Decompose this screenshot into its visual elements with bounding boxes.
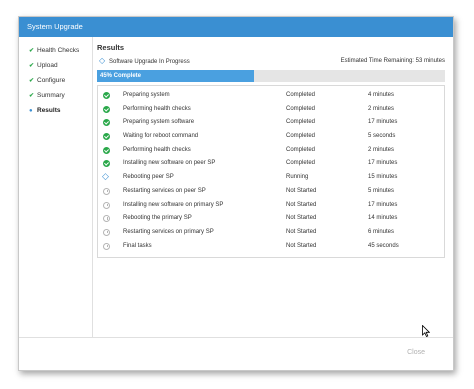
sidebar-item-label: Configure (37, 77, 66, 84)
task-status: Not Started (286, 201, 317, 208)
sidebar-item-configure[interactable]: ✔ Configure (19, 73, 92, 88)
check-circle-icon (103, 92, 110, 99)
sidebar-item-label: Results (37, 107, 61, 114)
task-duration: 2 minutes (368, 146, 395, 153)
sidebar-item-label: Upload (37, 62, 58, 69)
task-list: Preparing system Completed 4 minutes Perfor… (97, 85, 445, 259)
task-duration: 15 minutes (368, 174, 398, 181)
sidebar-item-label: Health Checks (37, 47, 80, 54)
task-name: Installing new software on peer SP (123, 160, 216, 167)
check-circle-icon (103, 146, 110, 154)
check-circle-icon (103, 160, 110, 168)
task-duration: 2 minutes (368, 105, 395, 112)
task-status: Not Started (286, 228, 317, 235)
task-row: Installing new software on peer SP Comple… (98, 157, 444, 171)
task-row: Preparing system Completed 4 minutes (98, 89, 444, 103)
task-name: Final tasks (123, 242, 152, 249)
system-upgrade-dialog: System Upgrade ✔ Health Checks ✔ Upload ✔ C… (18, 16, 454, 371)
task-row: Waiting for reboot command Completed 5 sec… (98, 130, 444, 144)
clock-icon (103, 215, 110, 223)
task-row: Rebooting peer SP Running 15 minutes (98, 170, 444, 185)
results-panel: Results ◇ Software Upgrade In Progress Es… (97, 37, 445, 337)
task-status: Completed (286, 160, 316, 167)
task-status: Completed (286, 133, 316, 140)
clock-icon (103, 242, 110, 250)
task-status: Running (286, 174, 309, 181)
check-icon: ✔ (29, 48, 35, 54)
task-duration: 17 minutes (368, 119, 398, 126)
task-name: Restarting services on primary SP (123, 228, 214, 235)
task-duration: 17 minutes (368, 160, 398, 167)
check-circle-icon (103, 133, 110, 141)
task-row: Restarting services on primary SP Not Sta… (98, 226, 444, 240)
task-name: Preparing system (123, 92, 170, 98)
task-duration: 14 minutes (368, 215, 398, 222)
task-row: Restarting services on peer SP Not Starte… (98, 185, 444, 199)
task-row: Preparing system software Completed 17 min… (98, 116, 444, 130)
sidebar-item-summary[interactable]: ✔ Summary (19, 88, 92, 103)
clock-icon (103, 228, 110, 236)
clock-icon (103, 201, 110, 209)
task-duration: 5 seconds (368, 133, 396, 140)
task-duration: 45 seconds (368, 242, 399, 249)
page-title: Results (97, 43, 125, 52)
bullet-icon: ● (29, 108, 33, 114)
task-name: Performing health checks (123, 146, 191, 153)
task-duration: 17 minutes (368, 201, 398, 208)
task-row: Rebooting the primary SP Not Started 14 mi… (98, 212, 444, 226)
task-name: Rebooting peer SP (123, 174, 174, 181)
task-status: Completed (286, 119, 316, 126)
sidebar-item-health-checks[interactable]: ✔ Health Checks (19, 43, 92, 58)
task-name: Preparing system software (123, 119, 195, 126)
progress-bar: 45% Complete (97, 70, 445, 82)
task-name: Installing new software on primary SP (123, 201, 224, 208)
close-button[interactable]: Close (401, 348, 431, 357)
task-duration: 4 minutes (368, 92, 395, 98)
task-status: Completed (286, 105, 316, 112)
task-name: Restarting services on peer SP (123, 187, 206, 194)
task-status: Completed (286, 146, 316, 153)
task-row: Performing health checks Completed 2 minut… (98, 103, 444, 117)
check-icon: ✔ (29, 63, 35, 69)
progress-label: 45% Complete (100, 73, 142, 79)
task-duration: 6 minutes (368, 228, 395, 235)
task-row: Final tasks Not Started 45 seconds (98, 240, 444, 254)
mouse-cursor-icon (422, 325, 430, 337)
clock-icon (103, 187, 110, 195)
check-circle-icon (103, 105, 110, 113)
task-status: Not Started (286, 242, 317, 249)
check-icon: ✔ (29, 78, 35, 84)
sidebar-item-label: Summary (37, 92, 65, 99)
check-circle-icon (103, 119, 110, 127)
spinner-icon (102, 170, 110, 184)
upgrade-status-row: ◇ Software Upgrade In Progress Estimated … (97, 55, 445, 67)
check-icon: ✔ (29, 93, 35, 99)
task-row: Performing health checks Completed 2 minut… (98, 144, 444, 158)
dialog-footer: Close (19, 337, 453, 370)
status-text: Software Upgrade In Progress (109, 59, 190, 65)
task-name: Performing health checks (123, 105, 191, 112)
task-row: Installing new software on primary SP Not… (98, 199, 444, 213)
task-status: Not Started (286, 215, 317, 222)
sidebar-item-upload[interactable]: ✔ Upload (19, 58, 92, 73)
task-duration: 5 minutes (368, 187, 395, 194)
time-remaining: Estimated Time Remaining: 53 minutes (340, 58, 445, 64)
task-name: Waiting for reboot command (123, 133, 199, 140)
task-name: Rebooting the primary SP (123, 215, 192, 222)
spinner-icon: ◇ (99, 56, 106, 65)
dialog-title: System Upgrade (19, 17, 453, 37)
task-status: Not Started (286, 187, 317, 194)
task-status: Completed (286, 92, 316, 98)
wizard-steps-sidebar: ✔ Health Checks ✔ Upload ✔ Configure ✔ Summa… (19, 37, 93, 337)
sidebar-item-results[interactable]: ● Results (19, 103, 92, 118)
